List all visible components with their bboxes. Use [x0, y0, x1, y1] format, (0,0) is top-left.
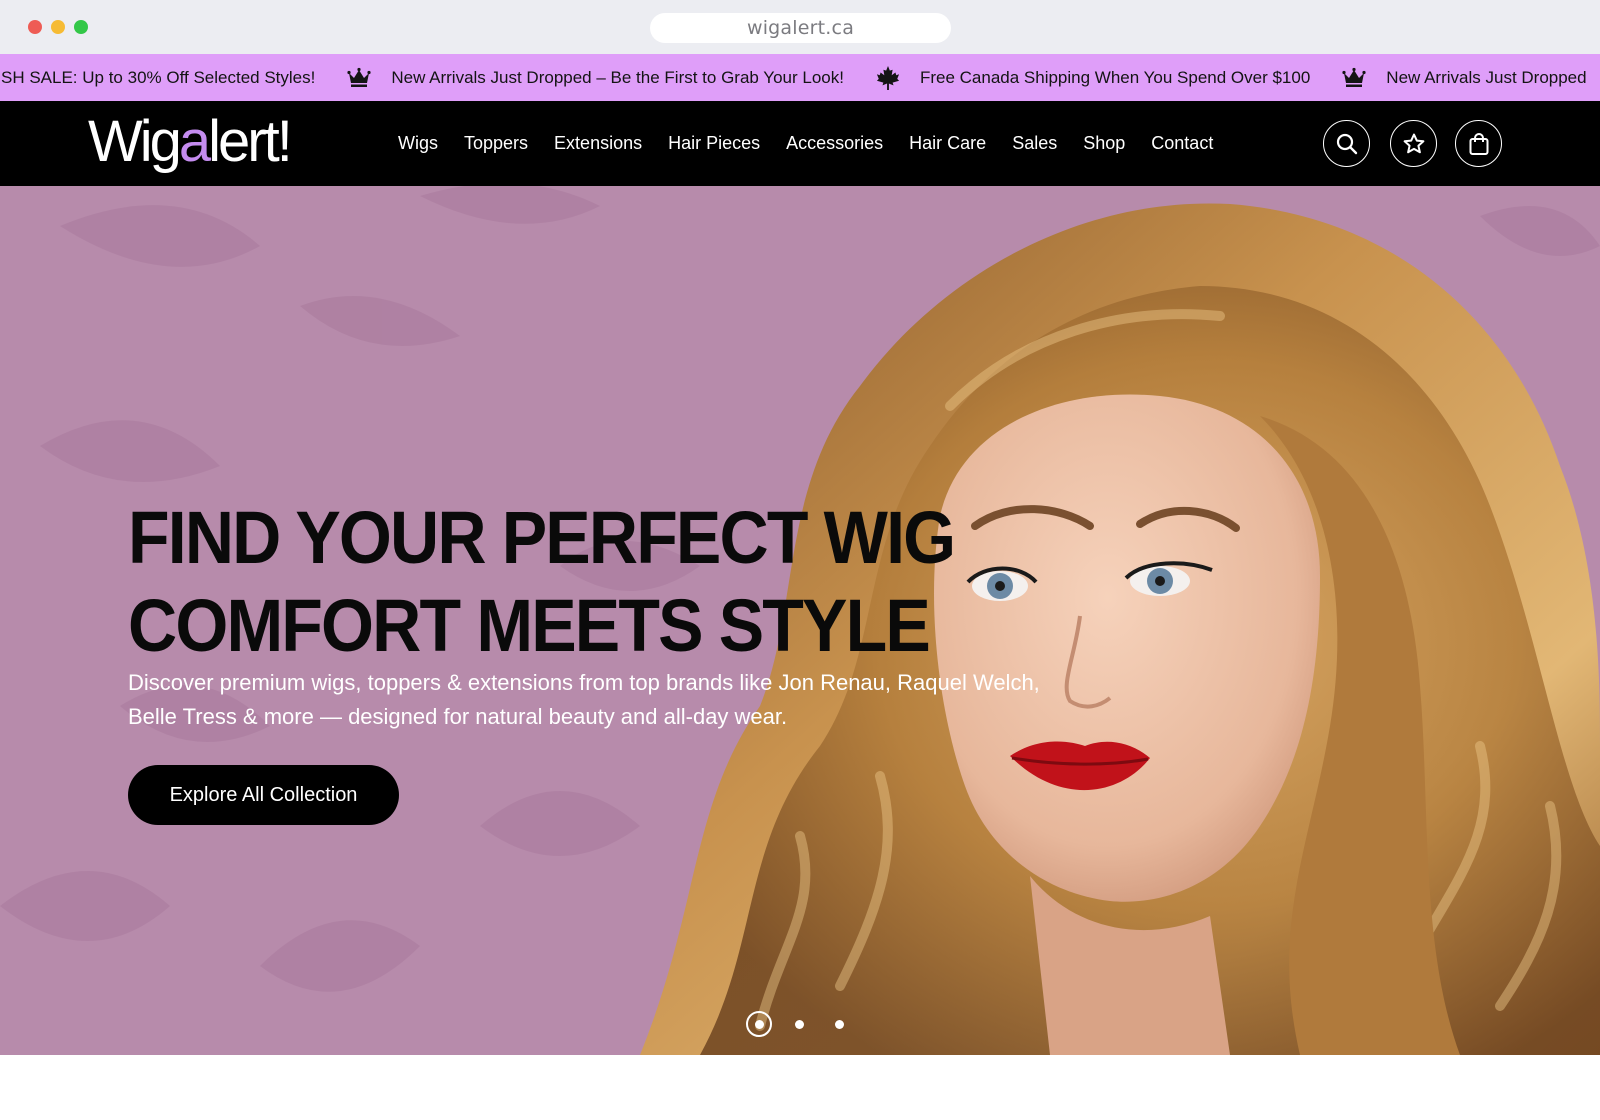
hero-title-line: COMFORT MEETS STYLE: [128, 584, 931, 667]
address-bar[interactable]: wigalert.ca: [650, 13, 951, 43]
slider-pagination: [746, 1011, 875, 1037]
logo-accent-letter: a: [178, 109, 211, 174]
hero-title: FIND YOUR PERFECT WIG COMFORT MEETS STYL…: [128, 494, 956, 670]
nav-item-contact[interactable]: Contact: [1151, 101, 1213, 186]
hero-banner: FIND YOUR PERFECT WIG COMFORT MEETS STYL…: [0, 186, 1600, 1055]
slide-dot-1[interactable]: [746, 1011, 772, 1037]
browser-chrome: wigalert.ca: [0, 0, 1600, 54]
nav-item-sales[interactable]: Sales: [1012, 101, 1057, 186]
shopping-bag-icon: [1469, 132, 1488, 155]
wishlist-button[interactable]: [1390, 120, 1437, 167]
slide-dot-2[interactable]: [795, 1019, 804, 1029]
star-icon: [1403, 133, 1424, 153]
hero-subtitle: Discover premium wigs, toppers & extensi…: [128, 666, 1148, 734]
maximize-window-button[interactable]: [74, 20, 88, 34]
ticker-message: New Arrivals Just Dropped – Be the First…: [391, 68, 844, 87]
maple-leaf-icon: [876, 65, 900, 90]
ticker-track: SH SALE: Up to 30% Off Selected Styles! …: [0, 54, 1587, 101]
nav-item-hair-pieces[interactable]: Hair Pieces: [668, 101, 760, 186]
explore-collection-button[interactable]: Explore All Collection: [128, 765, 399, 825]
ticker-message: SH SALE: Up to 30% Off Selected Styles!: [1, 68, 316, 87]
main-nav: Wigs Toppers Extensions Hair Pieces Acce…: [385, 101, 1226, 186]
cart-button[interactable]: [1455, 120, 1502, 167]
slide-dot-3[interactable]: [835, 1019, 844, 1029]
close-window-button[interactable]: [28, 20, 42, 34]
ticker-message: New Arrivals Just Dropped: [1386, 68, 1587, 87]
logo-text-end: lert!: [208, 109, 293, 174]
logo-text-start: Wig: [88, 109, 182, 174]
nav-item-hair-care[interactable]: Hair Care: [909, 101, 986, 186]
announcement-ticker: SH SALE: Up to 30% Off Selected Styles! …: [0, 54, 1600, 101]
ticker-message: Free Canada Shipping When You Spend Over…: [919, 68, 1311, 87]
hero-subtitle-line: Belle Tress & more — designed for natura…: [128, 704, 788, 729]
hero-subtitle-line: Discover premium wigs, toppers & extensi…: [128, 670, 1040, 695]
search-icon: [1336, 133, 1357, 154]
nav-item-accessories[interactable]: Accessories: [786, 101, 883, 186]
nav-item-extensions[interactable]: Extensions: [554, 101, 642, 186]
hero-title-line: FIND YOUR PERFECT WIG: [128, 496, 956, 579]
site-header: Wigalert! Wigs Toppers Extensions Hair P…: [0, 101, 1600, 186]
site-logo[interactable]: Wigalert!: [88, 107, 293, 177]
crown-icon: [1342, 66, 1366, 90]
nav-item-toppers[interactable]: Toppers: [464, 101, 528, 186]
crown-icon: [347, 66, 371, 90]
minimize-window-button[interactable]: [51, 20, 65, 34]
nav-item-wigs[interactable]: Wigs: [398, 101, 438, 186]
search-button[interactable]: [1323, 120, 1370, 167]
nav-item-shop[interactable]: Shop: [1083, 101, 1125, 186]
